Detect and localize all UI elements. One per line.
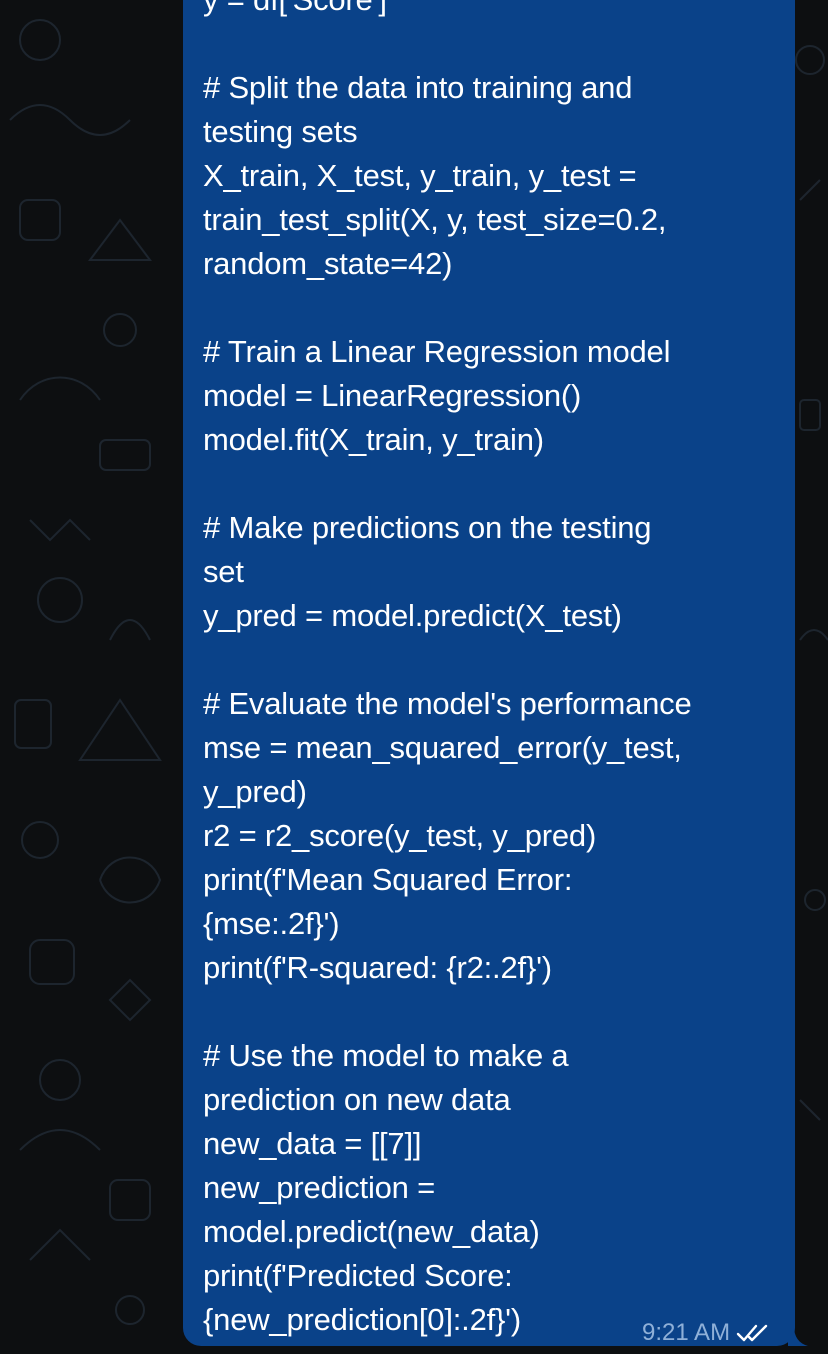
- message-time: 9:21 AM: [642, 1319, 731, 1346]
- message-line: # Evaluate the model's performance: [203, 686, 692, 721]
- message-line: [203, 286, 783, 330]
- message-line: new_prediction =: [203, 1170, 436, 1205]
- double-check-icon: [736, 1324, 768, 1342]
- message-line: r2 = r2_score(y_test, y_pred): [203, 818, 597, 853]
- message-line: [203, 462, 783, 506]
- message-line: y = df['Score']: [203, 0, 783, 22]
- message-line: print(f'R-squared: {r2:.2f}'): [203, 950, 552, 985]
- message-line: [203, 638, 783, 682]
- bubble-tail: [788, 1326, 808, 1346]
- message-line: train_test_split(X, y, test_size=0.2,: [203, 202, 667, 237]
- message-line: # Make predictions on the testing: [203, 510, 652, 545]
- message-line: {mse:.2f}'): [203, 906, 340, 941]
- message-line: [203, 990, 783, 1034]
- message-line: testing sets: [203, 114, 358, 149]
- message-line: X_train, X_test, y_train, y_test =: [203, 158, 637, 193]
- message-text[interactable]: y = df['Score'] # Split the data into tra…: [203, 0, 783, 1342]
- message-line: y_pred): [203, 774, 307, 809]
- message-meta: 9:21 AM: [642, 1316, 770, 1350]
- message-line: print(f'Mean Squared Error:: [203, 862, 573, 897]
- message-line: prediction on new data: [203, 1082, 511, 1117]
- message-line: model.fit(X_train, y_train): [203, 422, 544, 457]
- message-line: new_data = [[7]]: [203, 1126, 422, 1161]
- message-line: random_state=42): [203, 246, 453, 281]
- message-line: # Split the data into training and: [203, 70, 633, 105]
- message-line: print(f'Predicted Score:: [203, 1258, 513, 1293]
- message-line: model.predict(new_data): [203, 1214, 540, 1249]
- message-line: set: [203, 554, 244, 589]
- message-line: mse = mean_squared_error(y_test,: [203, 730, 682, 765]
- message-line: # Train a Linear Regression model: [203, 334, 671, 369]
- message-line: # Use the model to make a: [203, 1038, 569, 1073]
- message-line: [203, 22, 783, 66]
- message-line: y_pred = model.predict(X_test): [203, 598, 622, 633]
- message-line: model = LinearRegression(): [203, 378, 582, 413]
